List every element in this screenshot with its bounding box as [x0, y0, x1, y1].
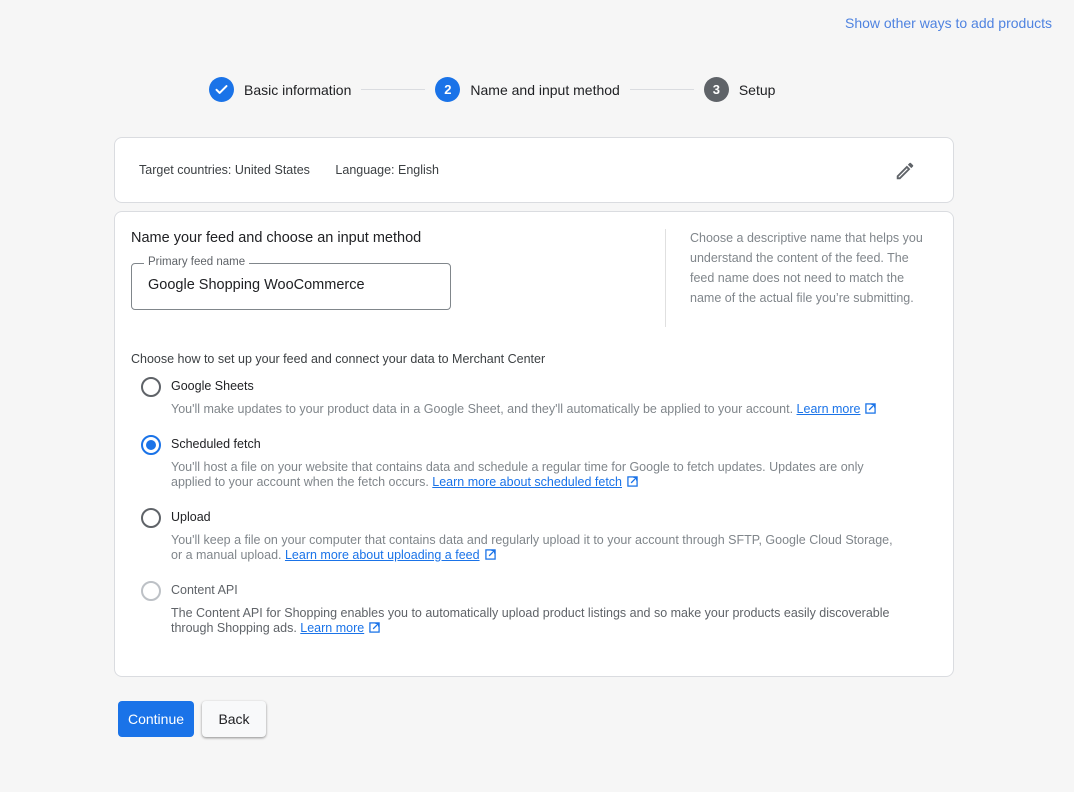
step-connector — [361, 89, 426, 90]
step-number-badge: 2 — [435, 77, 461, 102]
field-label: Primary feed name — [144, 256, 250, 268]
option-title: Content API — [171, 583, 238, 597]
back-button[interactable]: Back — [202, 701, 266, 737]
input-method-card: Name your feed and choose an input metho… — [114, 211, 954, 677]
show-other-ways-link[interactable]: Show other ways to add products — [845, 15, 1052, 31]
external-link-icon[interactable] — [627, 476, 638, 487]
checkmark-icon — [209, 77, 234, 102]
radio-content-api — [141, 581, 161, 601]
step-number-badge: 3 — [703, 77, 729, 102]
step-label: Setup — [738, 81, 776, 98]
learn-more-uploading-link[interactable]: Learn more about uploading a feed — [285, 548, 480, 562]
external-link-icon[interactable] — [484, 549, 496, 560]
divider — [665, 229, 666, 327]
progress-stepper: Basic information 2 Name and input metho… — [209, 77, 775, 102]
language: Language: English — [335, 163, 439, 177]
description-text: The Content API for Shopping enables you… — [171, 606, 890, 635]
option-description: The Content API for Shopping enables you… — [171, 606, 901, 636]
pencil-icon — [896, 162, 914, 180]
option-title[interactable]: Scheduled fetch — [171, 437, 261, 451]
learn-more-link[interactable]: Learn more — [797, 402, 861, 416]
edit-button[interactable] — [893, 159, 917, 183]
radio-google-sheets[interactable] — [141, 377, 161, 397]
learn-more-scheduled-fetch-link[interactable]: Learn more about scheduled fetch — [432, 475, 622, 489]
option-description: You'll keep a file on your computer that… — [171, 533, 901, 563]
summary-card: Target countries: United States Language… — [114, 137, 954, 203]
continue-button[interactable]: Continue — [118, 701, 194, 737]
step-label: Basic information — [244, 81, 352, 98]
option-description: You'll make updates to your product data… — [171, 402, 901, 417]
primary-feed-name-input[interactable] — [148, 277, 438, 293]
radio-upload[interactable] — [141, 508, 161, 528]
step-connector — [629, 89, 694, 90]
option-description: You'll host a file on your website that … — [171, 460, 901, 490]
step-setup[interactable]: 3 Setup — [703, 77, 776, 102]
option-title[interactable]: Google Sheets — [171, 379, 254, 393]
external-link-icon[interactable] — [865, 403, 877, 414]
description-text: You'll make updates to your product data… — [171, 402, 797, 416]
target-countries: Target countries: United States — [139, 163, 310, 177]
external-link-icon[interactable] — [369, 622, 380, 633]
step-name-and-input-method[interactable]: 2 Name and input method — [435, 77, 620, 102]
primary-feed-name-field[interactable]: Primary feed name — [131, 256, 451, 310]
section-title: Name your feed and choose an input metho… — [131, 230, 422, 246]
radio-scheduled-fetch[interactable] — [141, 435, 161, 455]
input-method-prompt: Choose how to set up your feed and conne… — [131, 352, 546, 366]
learn-more-content-api-link[interactable]: Learn more — [300, 621, 364, 635]
feed-name-help-text: Choose a descriptive name that helps you… — [690, 231, 923, 305]
option-title[interactable]: Upload — [171, 510, 211, 524]
step-basic-information[interactable]: Basic information — [209, 77, 351, 102]
step-label: Name and input method — [470, 81, 620, 98]
summary-text: Target countries: United States Language… — [139, 163, 461, 177]
description-text: You'll keep a file on your computer that… — [171, 533, 893, 562]
